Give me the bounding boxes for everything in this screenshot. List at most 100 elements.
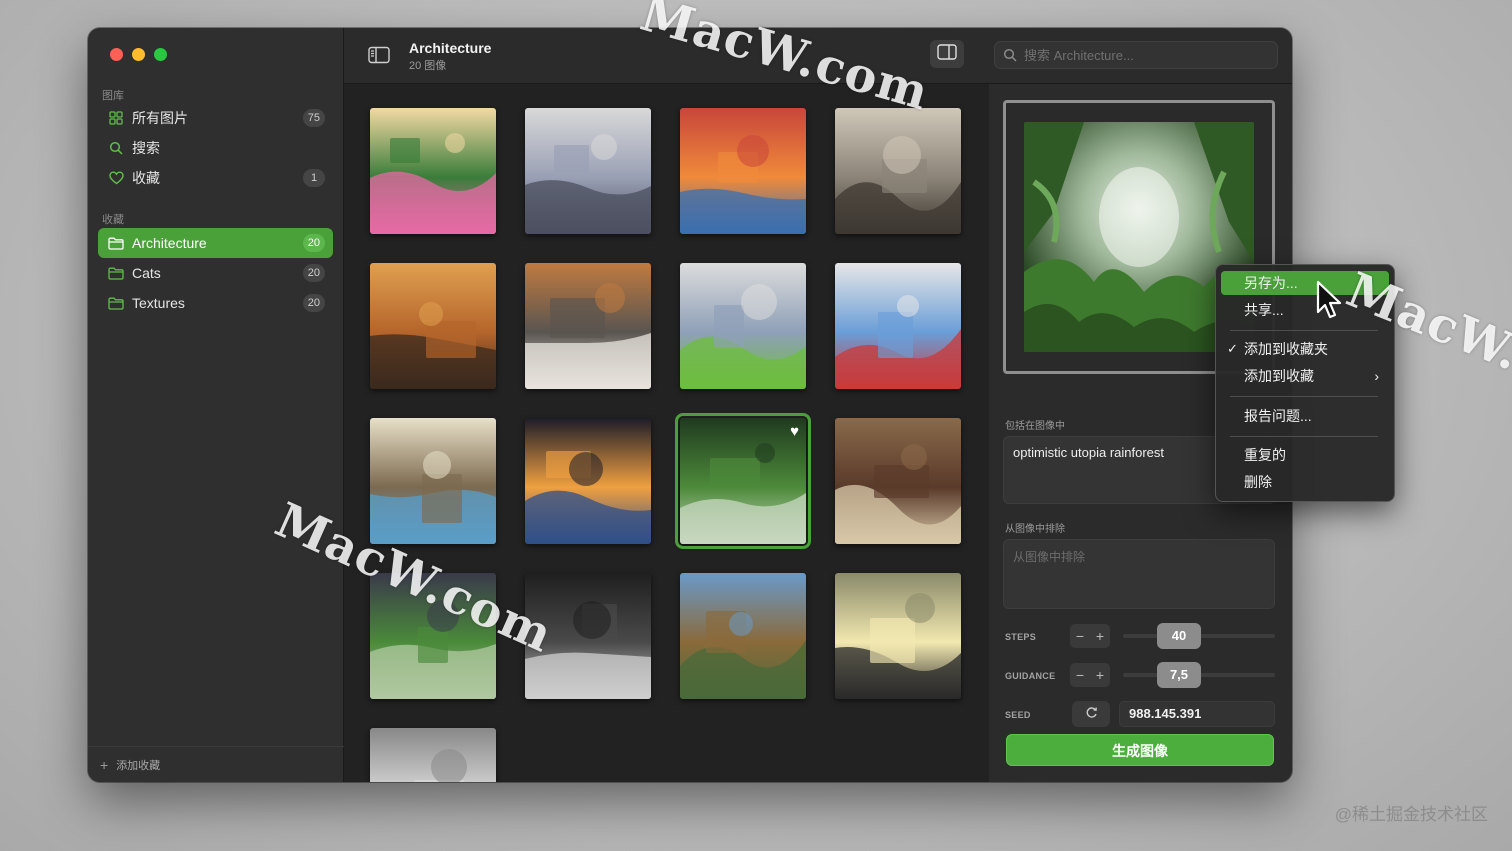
thumbnail-image bbox=[525, 418, 651, 544]
guidance-stepper[interactable]: − + bbox=[1070, 663, 1110, 687]
credit-text: @稀土掘金技术社区 bbox=[1334, 805, 1488, 824]
thumbnail-image bbox=[525, 108, 651, 234]
count-badge: 20 bbox=[302, 294, 325, 312]
thumbnail-image bbox=[835, 573, 961, 699]
image-thumbnail[interactable] bbox=[525, 108, 651, 234]
menu-item-label: 添加到收藏夹 bbox=[1244, 341, 1328, 357]
menu-item-label: 报告问题... bbox=[1244, 408, 1312, 424]
library-section-label: 图库 bbox=[102, 90, 124, 102]
folder-icon bbox=[108, 265, 124, 281]
include-label: 包括在图像中 bbox=[1005, 421, 1065, 432]
sidebar-item-label: 收藏 bbox=[132, 170, 160, 186]
steps-stepper[interactable]: − + bbox=[1070, 624, 1110, 648]
folder-icon bbox=[108, 295, 124, 311]
chevron-right-icon: › bbox=[1374, 368, 1379, 384]
thumbnail-image bbox=[370, 418, 496, 544]
menu-item-add-to-favorites[interactable]: ✓ 添加到收藏夹 bbox=[1221, 337, 1389, 361]
thumbnail-image bbox=[680, 573, 806, 699]
add-collection-button[interactable]: + 添加收藏 bbox=[88, 746, 344, 782]
zoom-window-button[interactable] bbox=[154, 48, 167, 61]
menu-item-report-issue[interactable]: 报告问题... bbox=[1221, 404, 1389, 428]
close-window-button[interactable] bbox=[110, 48, 123, 61]
menu-item-label: 删除 bbox=[1244, 474, 1272, 490]
menu-item-label: 添加到收藏 bbox=[1244, 368, 1314, 384]
seed-input[interactable]: 988.145.391 bbox=[1119, 701, 1275, 727]
folder-icon bbox=[108, 235, 124, 251]
sidebar-item-favorites[interactable]: 收藏 1 bbox=[98, 163, 333, 193]
exclude-label: 从图像中排除 bbox=[1005, 524, 1065, 535]
thumbnail-image bbox=[680, 108, 806, 234]
guidance-label: GUIDANCE bbox=[1005, 671, 1056, 681]
image-thumbnail[interactable]: ♥ bbox=[675, 413, 811, 549]
menu-separator bbox=[1230, 436, 1378, 437]
image-thumbnail[interactable] bbox=[370, 108, 496, 234]
favorite-heart-icon[interactable]: ♥ bbox=[790, 423, 799, 440]
search-field[interactable] bbox=[994, 41, 1278, 69]
thumbnail-image bbox=[680, 263, 806, 389]
image-thumbnail[interactable] bbox=[835, 263, 961, 389]
heart-icon bbox=[108, 170, 124, 186]
thumbnail-image bbox=[370, 108, 496, 234]
image-thumbnail[interactable] bbox=[370, 418, 496, 544]
minus-icon[interactable]: − bbox=[1076, 628, 1084, 644]
image-thumbnail[interactable] bbox=[370, 263, 496, 389]
plus-icon[interactable]: + bbox=[1096, 667, 1104, 683]
menu-item-duplicate[interactable]: 重复的 bbox=[1221, 443, 1389, 467]
generate-image-button[interactable]: 生成图像 bbox=[1006, 734, 1274, 766]
sidebar-item-cats[interactable]: Cats 20 bbox=[98, 258, 333, 288]
sidebar-item-label: 搜索 bbox=[132, 140, 160, 156]
negative-prompt-input[interactable]: 从图像中排除 bbox=[1003, 539, 1275, 609]
sidebar-item-label: Textures bbox=[132, 295, 185, 311]
sidebar-item-search[interactable]: 搜索 bbox=[98, 133, 333, 163]
image-thumbnail[interactable] bbox=[370, 728, 496, 782]
menu-item-label: 重复的 bbox=[1244, 447, 1286, 463]
image-thumbnail[interactable] bbox=[525, 263, 651, 389]
image-thumbnail[interactable] bbox=[835, 418, 961, 544]
page-subtitle: 20 图像 bbox=[409, 60, 447, 72]
menu-separator bbox=[1230, 330, 1378, 331]
count-badge: 75 bbox=[302, 109, 325, 127]
thumbnail-image bbox=[835, 108, 961, 234]
thumbnail-image bbox=[835, 263, 961, 389]
page-title: Architecture bbox=[409, 40, 492, 56]
thumbnail-image bbox=[525, 263, 651, 389]
seed-label: SEED bbox=[1005, 710, 1031, 720]
add-collection-label: 添加收藏 bbox=[116, 759, 161, 772]
image-thumbnail[interactable] bbox=[680, 263, 806, 389]
menu-item-label: 另存为... bbox=[1244, 275, 1298, 291]
image-thumbnail[interactable] bbox=[835, 573, 961, 699]
randomize-seed-button[interactable] bbox=[1072, 701, 1110, 727]
sidebar-item-label: Cats bbox=[132, 265, 161, 281]
sidebar-item-all-images[interactable]: 所有图片 75 bbox=[98, 103, 333, 133]
plus-icon: + bbox=[100, 756, 109, 773]
inspector-toggle-button[interactable] bbox=[930, 40, 964, 68]
steps-value[interactable]: 40 bbox=[1157, 623, 1201, 649]
image-thumbnail[interactable] bbox=[525, 418, 651, 544]
minimize-window-button[interactable] bbox=[132, 48, 145, 61]
inspector-icon bbox=[937, 43, 957, 65]
thumbnail-image bbox=[370, 728, 496, 782]
sidebar-toggle-icon[interactable] bbox=[368, 46, 390, 64]
menu-item-delete[interactable]: 删除 bbox=[1221, 470, 1389, 494]
count-badge: 20 bbox=[302, 234, 325, 252]
search-icon bbox=[1003, 48, 1017, 62]
sidebar-item-label: Architecture bbox=[132, 235, 207, 251]
sidebar-item-textures[interactable]: Textures 20 bbox=[98, 288, 333, 318]
sidebar-item-label: 所有图片 bbox=[132, 110, 188, 126]
image-thumbnail[interactable] bbox=[835, 108, 961, 234]
menu-item-add-to-collection[interactable]: 添加到收藏 › bbox=[1221, 364, 1389, 388]
grid-icon bbox=[108, 110, 124, 126]
image-thumbnail[interactable] bbox=[680, 573, 806, 699]
menu-item-label: 共享... bbox=[1244, 302, 1284, 318]
plus-icon[interactable]: + bbox=[1096, 628, 1104, 644]
checkmark-icon: ✓ bbox=[1227, 341, 1238, 356]
guidance-value[interactable]: 7,5 bbox=[1157, 662, 1201, 688]
collections-section-label: 收藏 bbox=[102, 214, 124, 226]
menu-separator bbox=[1230, 396, 1378, 397]
search-input[interactable] bbox=[1024, 47, 1264, 63]
sidebar: 图库 所有图片 75 搜索 收藏 1 收藏 Architecture 20 Ca… bbox=[88, 28, 344, 782]
sidebar-item-architecture[interactable]: Architecture 20 bbox=[98, 228, 333, 258]
minus-icon[interactable]: − bbox=[1076, 667, 1084, 683]
image-thumbnail[interactable] bbox=[680, 108, 806, 234]
steps-label: STEPS bbox=[1005, 632, 1037, 642]
